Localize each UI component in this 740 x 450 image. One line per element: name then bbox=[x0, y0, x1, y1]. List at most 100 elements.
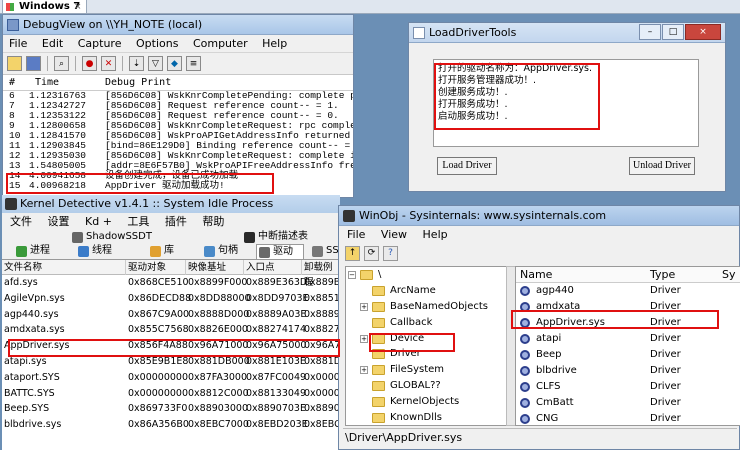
menu-settings-cn[interactable]: 设置 bbox=[48, 215, 70, 228]
menu-capture[interactable]: Capture bbox=[78, 37, 122, 50]
list-item[interactable]: CNG Driver bbox=[516, 411, 740, 425]
col-debug-print[interactable]: Debug Print bbox=[105, 75, 171, 91]
debugview-titlebar[interactable]: DebugView on \\YH_NOTE (local) bbox=[3, 15, 353, 35]
col-type[interactable]: Type bbox=[650, 267, 675, 283]
col-entry-point[interactable]: 入口点 bbox=[244, 260, 302, 275]
menu-edit[interactable]: Edit bbox=[42, 37, 63, 50]
kernel-detective-titlebar[interactable]: Kernel Detective v1.4.1 :: System Idle P… bbox=[2, 195, 340, 213]
tab-driver[interactable]: 驱动 bbox=[256, 244, 304, 259]
load-driver-button[interactable]: Load Driver bbox=[437, 157, 497, 175]
host-tab-close-icon[interactable]: × bbox=[74, 2, 82, 12]
autoscroll-icon[interactable]: ⇣ bbox=[129, 56, 144, 71]
tree-item[interactable]: GLOBAL?? bbox=[346, 378, 506, 394]
table-row[interactable]: Beep.SYS 0x869733F0 0x88903000 0x8890703E 0x… bbox=[2, 401, 340, 417]
col-driver-object[interactable]: 驱动对象 bbox=[126, 260, 186, 275]
list-item[interactable]: CLFS Driver bbox=[516, 379, 740, 395]
tree-expander-icon[interactable]: + bbox=[360, 302, 368, 311]
kernel-detective-app-icon bbox=[5, 198, 17, 210]
minimize-button[interactable]: – bbox=[639, 24, 661, 40]
table-cell: 0x8826E000 bbox=[188, 324, 248, 336]
highlight-icon[interactable]: ◆ bbox=[167, 56, 182, 71]
tab-library[interactable]: 库 bbox=[148, 244, 174, 259]
table-cell: blbdrive.sys bbox=[4, 419, 62, 431]
col-unload-routine[interactable]: 卸载例程 bbox=[302, 260, 340, 288]
maximize-button[interactable]: □ bbox=[662, 24, 684, 40]
tree-item[interactable]: KnownDlls bbox=[346, 410, 506, 425]
table-row[interactable]: ataport.SYS 0x00000000 0x87FA3000 0x87FC004… bbox=[2, 370, 340, 386]
menu-file[interactable]: File bbox=[347, 228, 365, 241]
menu-options[interactable]: Options bbox=[136, 37, 178, 50]
menu-tools-cn[interactable]: 工具 bbox=[127, 215, 149, 228]
tree-item[interactable]: + BaseNamedObjects bbox=[346, 299, 506, 315]
debugview-window: DebugView on \\YH_NOTE (local) File Edit… bbox=[2, 14, 354, 198]
object-type: Driver bbox=[650, 317, 681, 328]
driver-output-box[interactable]: 打开的驱动名称为：AppDriver.sys. 打开服务管理器成功！. 创建服务成功… bbox=[433, 59, 699, 147]
table-cell: 0x889B8 bbox=[304, 277, 340, 288]
tab-idt[interactable]: 中断描述表 bbox=[242, 230, 308, 245]
col-symlink[interactable]: Sy bbox=[722, 267, 736, 283]
log-row[interactable]: 15 4.00968218 AppDriver 驱动加载成功! bbox=[3, 181, 353, 191]
table-row[interactable]: blbdrive.sys 0x86A356B0 0x8EBC7000 0x8EBD20… bbox=[2, 417, 340, 433]
tab-handle[interactable]: 句柄 bbox=[202, 244, 238, 259]
help-icon[interactable]: ? bbox=[383, 246, 398, 261]
unload-driver-button[interactable]: Unload Driver bbox=[629, 157, 695, 175]
list-item[interactable]: Beep Driver bbox=[516, 347, 740, 363]
find-icon[interactable]: ⌕ bbox=[54, 56, 69, 71]
clear-icon[interactable]: ✕ bbox=[101, 56, 116, 71]
list-item[interactable]: AppDriver.sys Driver bbox=[516, 315, 740, 331]
winobj-titlebar[interactable]: WinObj - Sysinternals: www.sysinternals.… bbox=[339, 206, 739, 226]
capture-icon[interactable]: ● bbox=[82, 56, 97, 71]
table-row[interactable]: AppDriver.sys 0x856F4A88 0x96A71000 0x96A75… bbox=[2, 338, 340, 354]
tree-item[interactable]: Driver bbox=[346, 346, 506, 362]
history-icon[interactable]: ≡ bbox=[186, 56, 201, 71]
list-item[interactable]: agp440 Driver bbox=[516, 283, 740, 299]
table-row[interactable]: atapi.sys 0x85E9B1E8 0x881DB000 0x881E103E 0… bbox=[2, 354, 340, 370]
handle-icon bbox=[204, 246, 215, 257]
col-num[interactable]: # bbox=[9, 75, 15, 91]
table-row[interactable]: BATTC.SYS 0x00000000 0x8812C000 0x88133049 0… bbox=[2, 386, 340, 402]
tree-expander-icon[interactable]: + bbox=[360, 334, 368, 343]
refresh-icon[interactable]: ⟳ bbox=[364, 246, 379, 261]
list-item[interactable]: CmBatt Driver bbox=[516, 395, 740, 411]
tree-item[interactable]: ArcName bbox=[346, 283, 506, 299]
col-image-base[interactable]: 映像基址 bbox=[186, 260, 244, 275]
tab-process[interactable]: 进程 bbox=[14, 244, 50, 259]
menu-file-cn[interactable]: 文件 bbox=[10, 215, 32, 228]
tree-item[interactable]: + FileSystem bbox=[346, 362, 506, 378]
tab-shadowssdt[interactable]: ShadowSSDT bbox=[70, 230, 152, 245]
table-row[interactable]: amdxata.sys 0x855C7568 0x8826E000 0x8827417… bbox=[2, 322, 340, 338]
table-cell: 0x00000000 bbox=[128, 371, 189, 383]
table-cell: 0x87FA3000 bbox=[188, 371, 248, 383]
table-row[interactable]: AgileVpn.sys 0x86DECD88 0x8DD88000 0x8DD970… bbox=[2, 291, 340, 307]
debugview-title: DebugView on \\YH_NOTE (local) bbox=[23, 18, 203, 31]
tab-thread[interactable]: 线程 bbox=[76, 244, 112, 259]
folder-up-icon[interactable]: ↑ bbox=[345, 246, 360, 261]
col-name[interactable]: Name bbox=[520, 267, 552, 283]
col-time[interactable]: Time bbox=[35, 75, 59, 91]
close-button[interactable]: × bbox=[685, 24, 721, 40]
open-icon[interactable] bbox=[7, 56, 22, 71]
menu-help[interactable]: Help bbox=[262, 37, 287, 50]
windows-logo-icon bbox=[6, 3, 14, 11]
menu-view[interactable]: View bbox=[381, 228, 407, 241]
tree-item[interactable]: − \ bbox=[346, 267, 506, 283]
col-filename[interactable]: 文件名称 bbox=[2, 260, 126, 275]
tree-item[interactable]: Callback bbox=[346, 315, 506, 331]
menu-help[interactable]: Help bbox=[423, 228, 448, 241]
tree-expander-icon[interactable]: + bbox=[360, 366, 368, 375]
menu-kd[interactable]: Kd + bbox=[85, 215, 112, 228]
table-row[interactable]: afd.sys 0x868CE510 0x8899F000 0x889E363D 0x8… bbox=[2, 275, 340, 291]
table-row[interactable]: agp440.sys 0x867C9A00 0x8888D000 0x8889A03E… bbox=[2, 307, 340, 323]
list-item[interactable]: blbdrive Driver bbox=[516, 363, 740, 379]
menu-help-cn[interactable]: 帮助 bbox=[202, 215, 224, 228]
save-icon[interactable] bbox=[26, 56, 41, 71]
menu-file[interactable]: File bbox=[9, 37, 27, 50]
filter-icon[interactable]: ▽ bbox=[148, 56, 163, 71]
tree-expander-icon[interactable]: − bbox=[348, 271, 356, 279]
list-item[interactable]: amdxata Driver bbox=[516, 299, 740, 315]
menu-plugins-cn[interactable]: 插件 bbox=[165, 215, 187, 228]
tree-item[interactable]: + Device bbox=[346, 331, 506, 347]
menu-computer[interactable]: Computer bbox=[193, 37, 248, 50]
tree-item[interactable]: KernelObjects bbox=[346, 394, 506, 410]
list-item[interactable]: atapi Driver bbox=[516, 331, 740, 347]
